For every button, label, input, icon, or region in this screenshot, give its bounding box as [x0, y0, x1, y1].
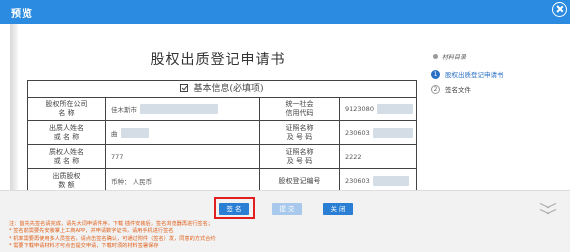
table-row: 股权所在公司名 称 佳木斯市 统一社会 信用代码 9123080	[28, 98, 416, 121]
credit-code-label: 统一社会 信用代码	[260, 98, 340, 120]
table-row: 出质人姓名或 名 称 曲 证照名称及 号 码 230603	[28, 121, 416, 145]
redacted-block	[372, 127, 413, 138]
pledgor-name-label: 出质人姓名或 名 称	[28, 121, 106, 144]
outline-item-signature-file[interactable]: 2 签名文件	[431, 84, 471, 94]
document-viewer[interactable]: 股权出质登记申请书 基本信息(必填项) 股权所在公司名 称 佳木斯市 统一社会信…	[0, 24, 428, 190]
outline-number: 1	[431, 69, 440, 79]
basic-info-table: 基本信息(必填项) 股权所在公司名 称 佳木斯市 统一社会 信用代码 912308…	[27, 80, 417, 190]
outline-item-application[interactable]: 1 股权出质登记申请书	[431, 69, 504, 79]
redacted-block	[120, 127, 149, 138]
footer-toolbar: 签 名 提 交 关 闭 注：首先先签名请完成，请先大词申请件序，下载 插件安装后…	[0, 190, 570, 252]
document-title: 股权出质登记申请书	[150, 52, 286, 68]
pledgee-id-label: 证照名称及 号 码	[260, 145, 340, 168]
outline-title: 材料目录	[442, 54, 467, 61]
table-row: 质权人姓名或 名 称 777 证照名称及 号 码 2222	[28, 145, 416, 169]
company-name-value: 佳木斯市	[106, 98, 260, 120]
equity-amount-label: 出质股权数 额	[28, 169, 106, 190]
outline-item-label: 签名文件	[445, 86, 471, 94]
sign-button[interactable]: 签 名	[219, 203, 249, 215]
redacted-block	[140, 104, 218, 114]
pledgor-id-label: 证照名称及 号 码	[260, 121, 340, 144]
note-line: * 签名前需要先安装掌上工商APP，并申请数字证书，请用手机进行签名	[9, 228, 174, 235]
preview-titlebar: 预览	[0, 0, 570, 24]
pledgee-id-value: 2222	[345, 152, 362, 161]
window-title: 预览	[11, 9, 33, 20]
outline-number: 2	[431, 84, 440, 94]
outline-bullet-icon	[433, 54, 438, 59]
close-button[interactable]: 关 闭	[323, 203, 353, 215]
company-name-label: 股权所在公司名 称	[28, 98, 106, 120]
pledgee-name-value: 777	[106, 145, 260, 168]
redacted-block	[372, 176, 409, 186]
table-row: 出质股权数 额 币种： 人民币 股权登记编号 230603	[28, 169, 416, 190]
equity-reg-no-label: 股权登记编号	[260, 169, 340, 190]
equity-amount-value: 币种： 人民币	[106, 169, 260, 190]
redacted-block	[376, 104, 413, 114]
pledgor-id-value: 230603	[340, 121, 416, 144]
page-shadow	[10, 24, 18, 190]
submit-button[interactable]: 提 交	[272, 203, 302, 215]
pledgor-name-value: 曲	[106, 121, 260, 144]
credit-code-value: 9123080	[340, 98, 416, 120]
section-header: 基本信息(必填项)	[28, 81, 416, 98]
close-icon[interactable]	[552, 2, 567, 17]
checked-box-icon	[180, 84, 189, 92]
document-page: 股权出质登记申请书 基本信息(必填项) 股权所在公司名 称 佳木斯市 统一社会信…	[18, 24, 418, 190]
notes-block: 注：首先先签名请完成，请先大词申请件序，下载 插件安装后，签名浏览器再进行签名；…	[9, 221, 429, 251]
equity-reg-no-value: 230603	[340, 169, 416, 190]
outline-item-label: 股权出质登记申请书	[445, 71, 504, 79]
pledgee-name-label: 质权人姓名或 名 称	[28, 145, 106, 168]
chevron-down-icon[interactable]	[540, 209, 556, 215]
section-header-label: 基本信息(必填项)	[193, 84, 264, 94]
materials-outline: 材料目录 1 股权出质登记申请书 2 签名文件	[428, 24, 570, 190]
note-line: * 需要下载申请材料才可点击提交申请，下载时须的材料签署保存	[9, 243, 159, 250]
